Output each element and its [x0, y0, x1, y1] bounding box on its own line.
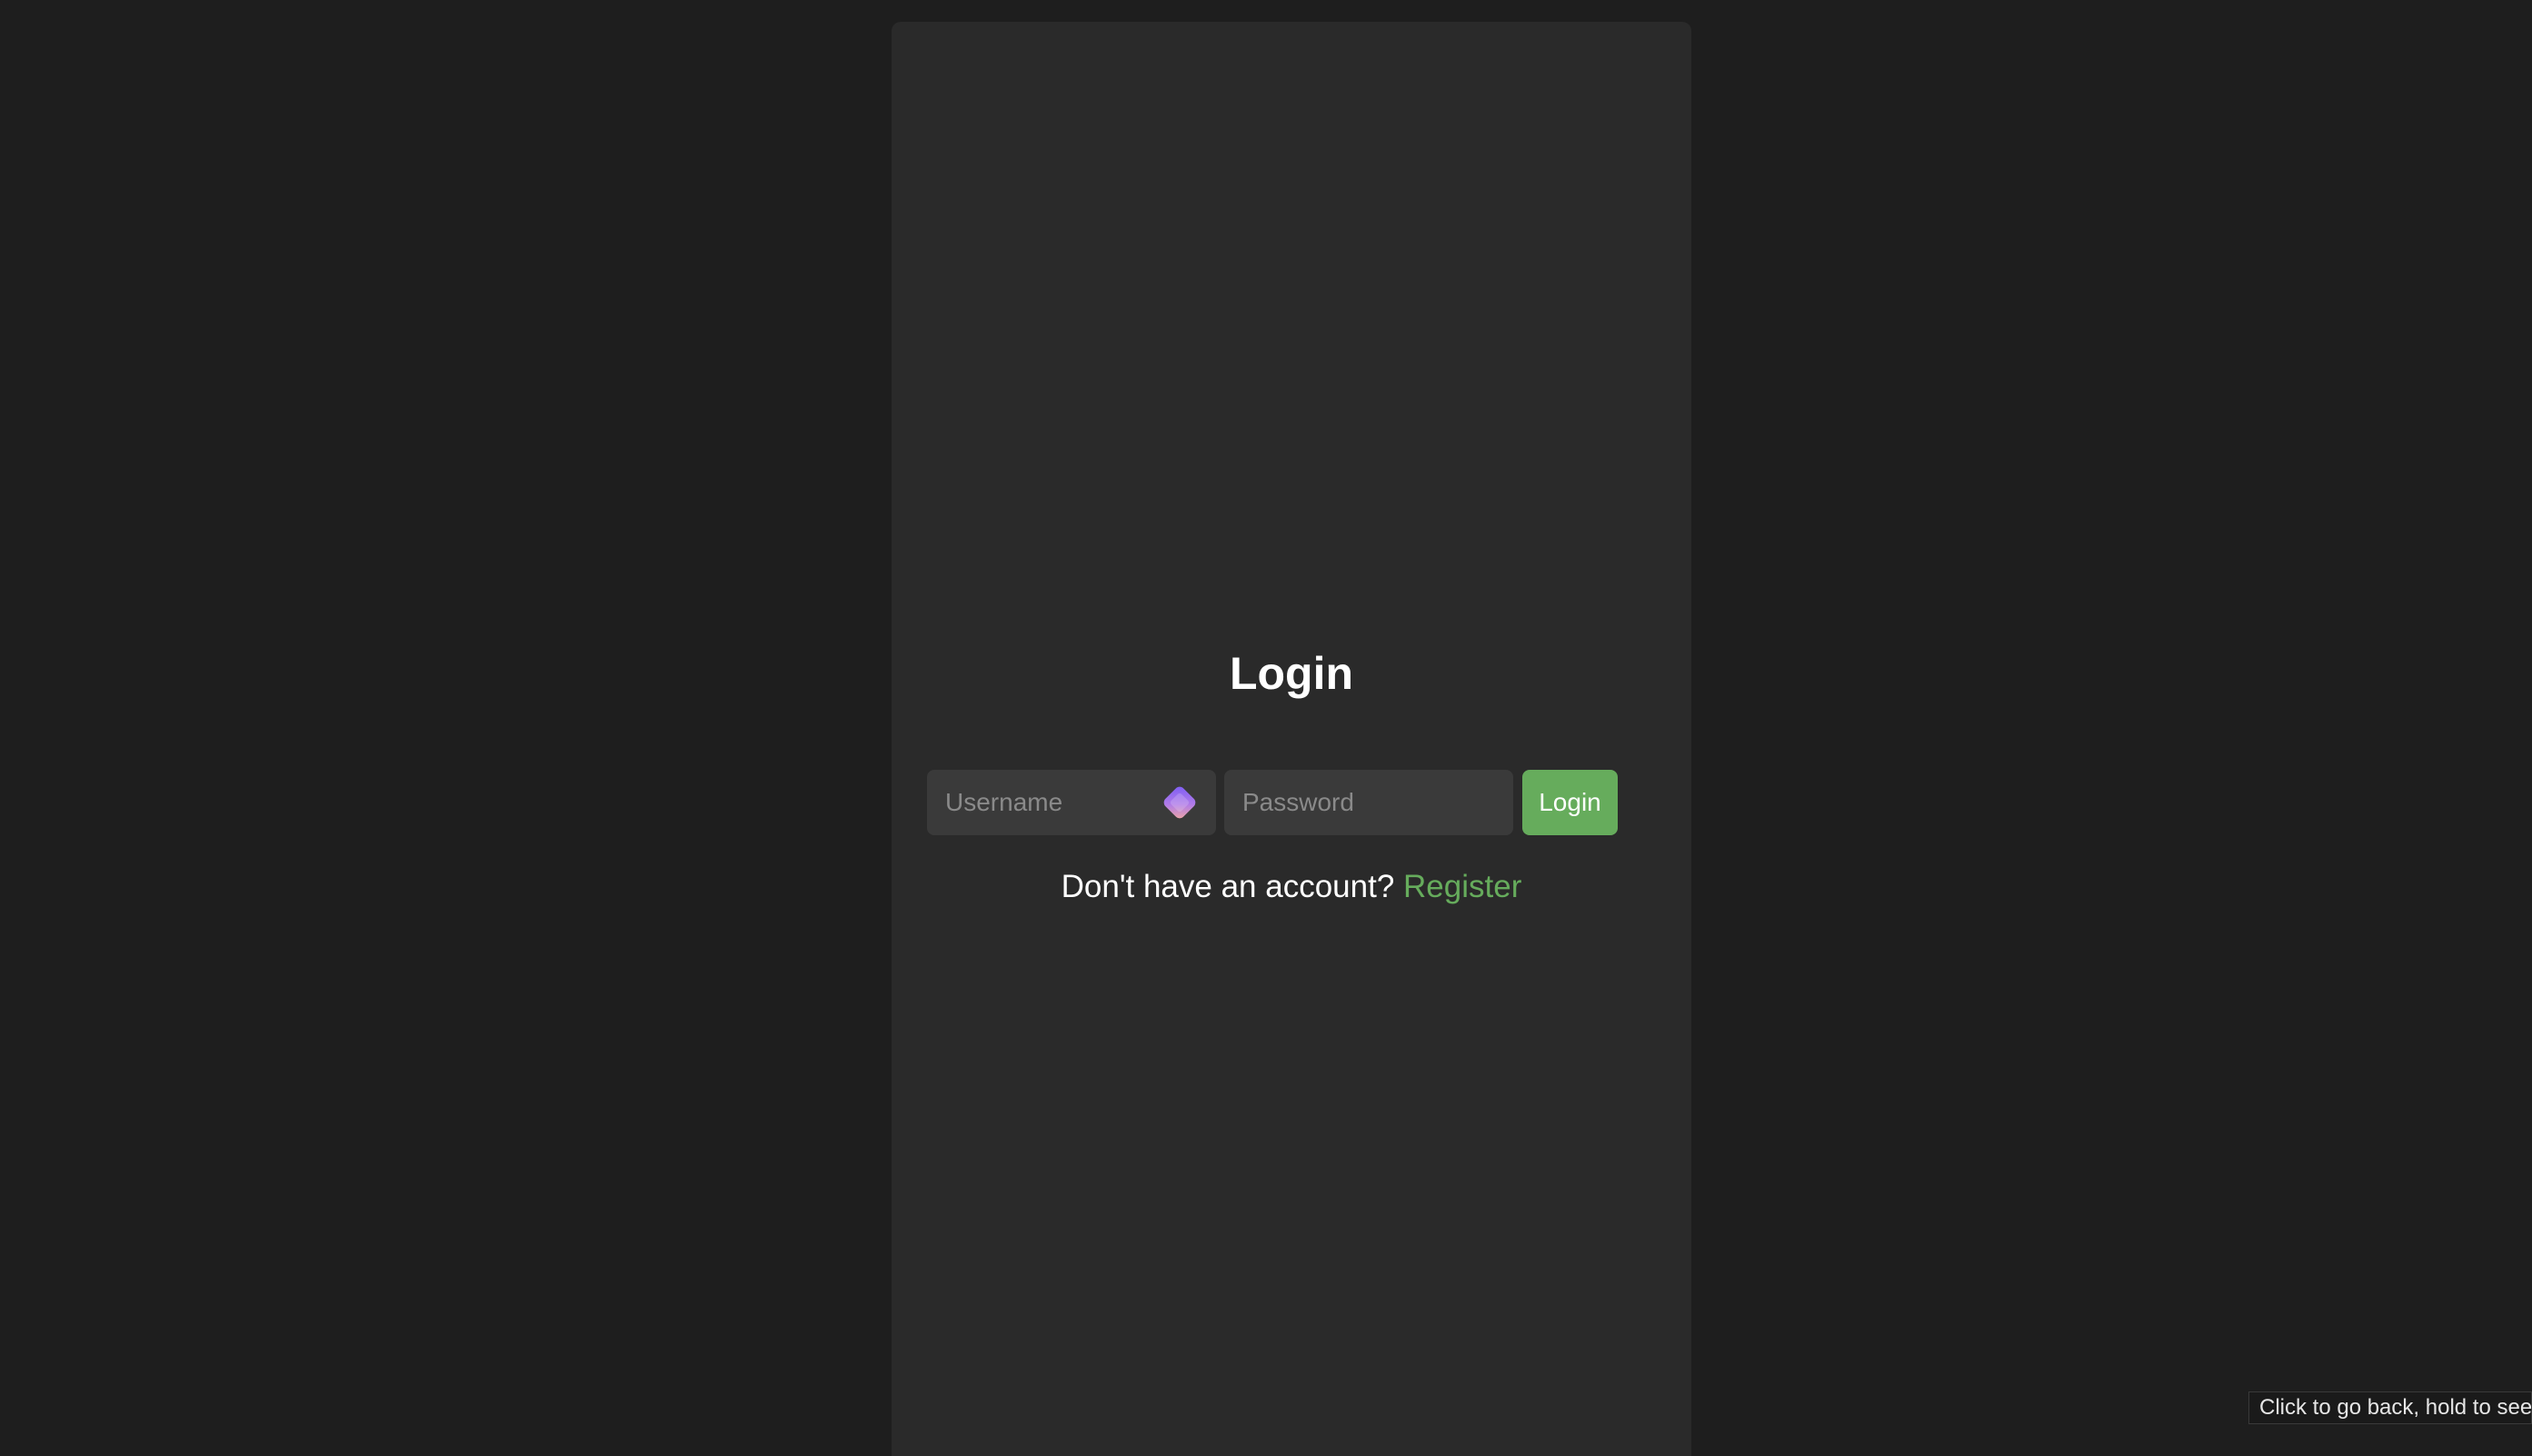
page: Login Username Password Login Don't have…	[0, 0, 2532, 1456]
login-panel: Login Username Password Login Don't have…	[892, 22, 1691, 1456]
login-button[interactable]: Login	[1522, 770, 1618, 835]
register-link[interactable]: Register	[1403, 869, 1521, 904]
register-prompt-text: Don't have an account?	[1061, 869, 1395, 904]
password-placeholder: Password	[1242, 788, 1354, 816]
password-manager-icon[interactable]	[1156, 779, 1203, 826]
password-input[interactable]: Password	[1224, 770, 1513, 835]
username-input[interactable]: Username	[927, 770, 1216, 835]
page-title: Login	[1229, 648, 1354, 699]
register-prompt: Don't have an account? Register	[892, 869, 1691, 905]
back-button-tooltip: Click to go back, hold to see	[2248, 1391, 2532, 1424]
username-placeholder: Username	[945, 788, 1063, 816]
